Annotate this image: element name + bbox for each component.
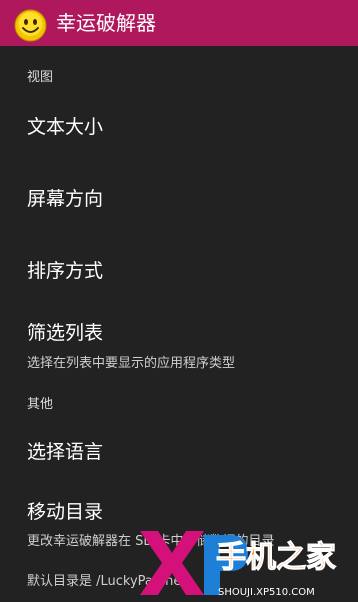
smiley-icon[interactable] <box>14 9 47 42</box>
watermark-brand: 手机之家 <box>216 540 336 575</box>
xp-watermark-logo: 手机之家 SHOUJI.XP510.COM <box>140 531 337 598</box>
setting-filter-list-summary: 选择在列表中要显示的应用程序类型 <box>27 356 236 371</box>
watermark-site: SHOUJI.XP510.COM <box>218 587 315 598</box>
setting-screen-orientation[interactable]: 屏幕方向 <box>27 184 103 211</box>
setting-select-language[interactable]: 选择语言 <box>27 437 103 464</box>
setting-sort-method[interactable]: 排序方式 <box>27 256 103 283</box>
section-header-other: 其他 <box>27 397 54 412</box>
setting-move-directory[interactable]: 移动目录 <box>27 497 103 524</box>
app-bar: 幸运破解器 <box>0 0 358 46</box>
setting-filter-list[interactable]: 筛选列表 <box>27 318 103 345</box>
setting-text-size[interactable]: 文本大小 <box>27 112 103 139</box>
section-header-view: 视图 <box>27 70 54 85</box>
app-title: 幸运破解器 <box>56 11 156 35</box>
